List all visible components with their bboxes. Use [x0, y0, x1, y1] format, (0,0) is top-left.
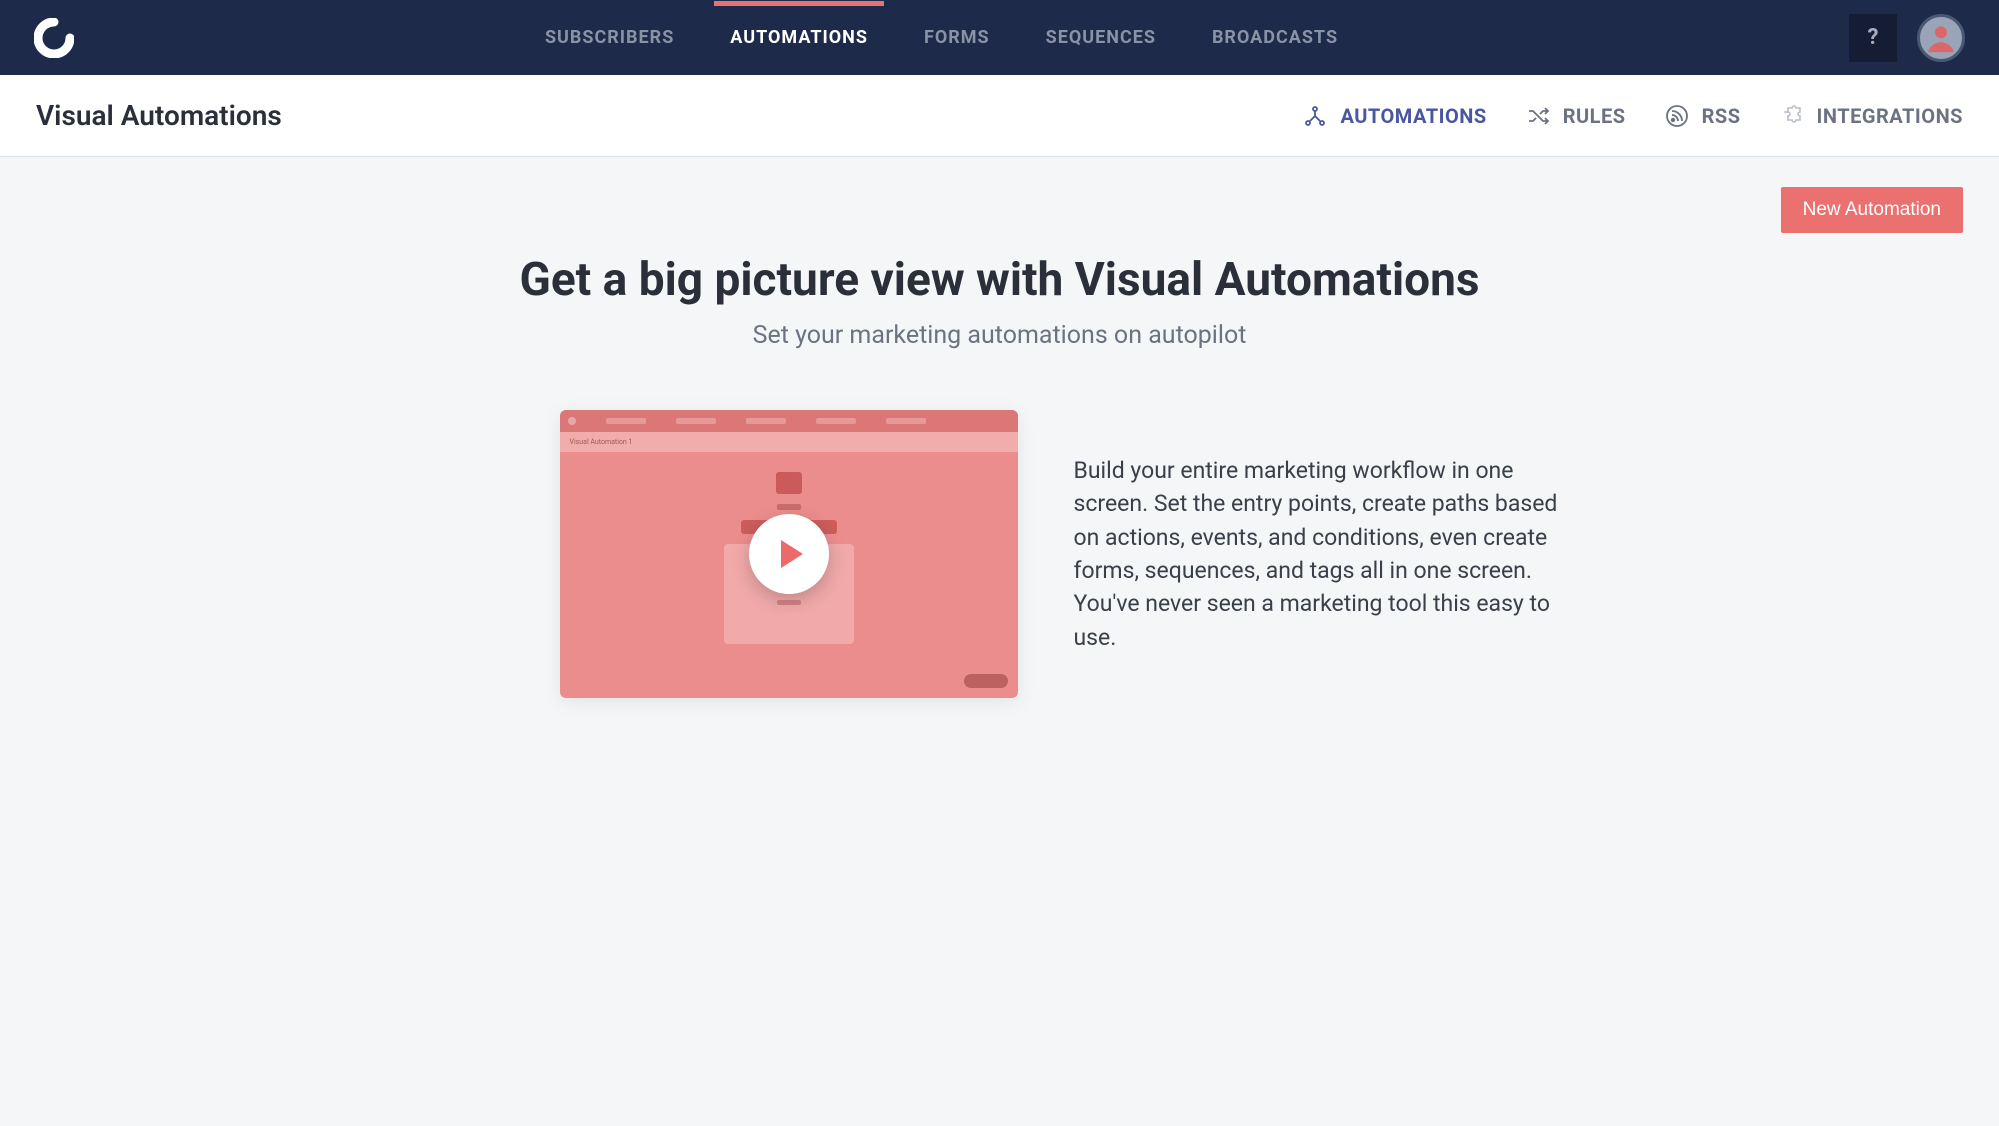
- avatar[interactable]: [1917, 14, 1965, 62]
- nav-sequences[interactable]: SEQUENCES: [1030, 1, 1172, 74]
- tab-automations[interactable]: AUTOMATIONS: [1302, 103, 1486, 129]
- video-mock-label: Visual Automation 1: [570, 438, 633, 446]
- flow-icon: [1302, 103, 1328, 129]
- help-button[interactable]: ?: [1849, 14, 1897, 62]
- tab-rss[interactable]: RSS: [1664, 103, 1741, 129]
- tab-label: INTEGRATIONS: [1817, 104, 1963, 128]
- tab-label: RSS: [1702, 104, 1741, 128]
- video-thumbnail[interactable]: Visual Automation 1: [560, 410, 1018, 698]
- play-icon: [749, 514, 829, 594]
- nav-right: ?: [1849, 14, 1965, 62]
- rss-icon: [1664, 103, 1690, 129]
- actions-row: New Automation: [36, 187, 1963, 233]
- content: New Automation Get a big picture view wi…: [0, 157, 1999, 728]
- feature-row: Visual Automation 1 Build your entire ma: [380, 410, 1620, 698]
- subnav: AUTOMATIONS RULES RSS INTEGRATIONS: [1302, 103, 1963, 129]
- hero-title: Get a big picture view with Visual Autom…: [36, 253, 1963, 307]
- page-title: Visual Automations: [36, 99, 1302, 132]
- new-automation-button[interactable]: New Automation: [1781, 187, 1963, 233]
- nav-forms[interactable]: FORMS: [908, 1, 1006, 74]
- nav-automations[interactable]: AUTOMATIONS: [714, 1, 884, 74]
- nav-subscribers[interactable]: SUBSCRIBERS: [529, 1, 690, 74]
- hero-subtitle: Set your marketing automations on autopi…: [36, 321, 1963, 350]
- nav-broadcasts[interactable]: BROADCASTS: [1196, 1, 1354, 74]
- tab-label: AUTOMATIONS: [1340, 104, 1486, 128]
- top-nav: SUBSCRIBERS AUTOMATIONS FORMS SEQUENCES …: [0, 0, 1999, 75]
- subheader: Visual Automations AUTOMATIONS RULES RSS…: [0, 75, 1999, 157]
- tab-label: RULES: [1563, 104, 1626, 128]
- puzzle-icon: [1779, 103, 1805, 129]
- tab-rules[interactable]: RULES: [1525, 103, 1626, 129]
- feature-description: Build your entire marketing workflow in …: [1074, 454, 1574, 654]
- tab-integrations[interactable]: INTEGRATIONS: [1779, 103, 1963, 129]
- shuffle-icon: [1525, 103, 1551, 129]
- nav-items: SUBSCRIBERS AUTOMATIONS FORMS SEQUENCES …: [34, 1, 1849, 74]
